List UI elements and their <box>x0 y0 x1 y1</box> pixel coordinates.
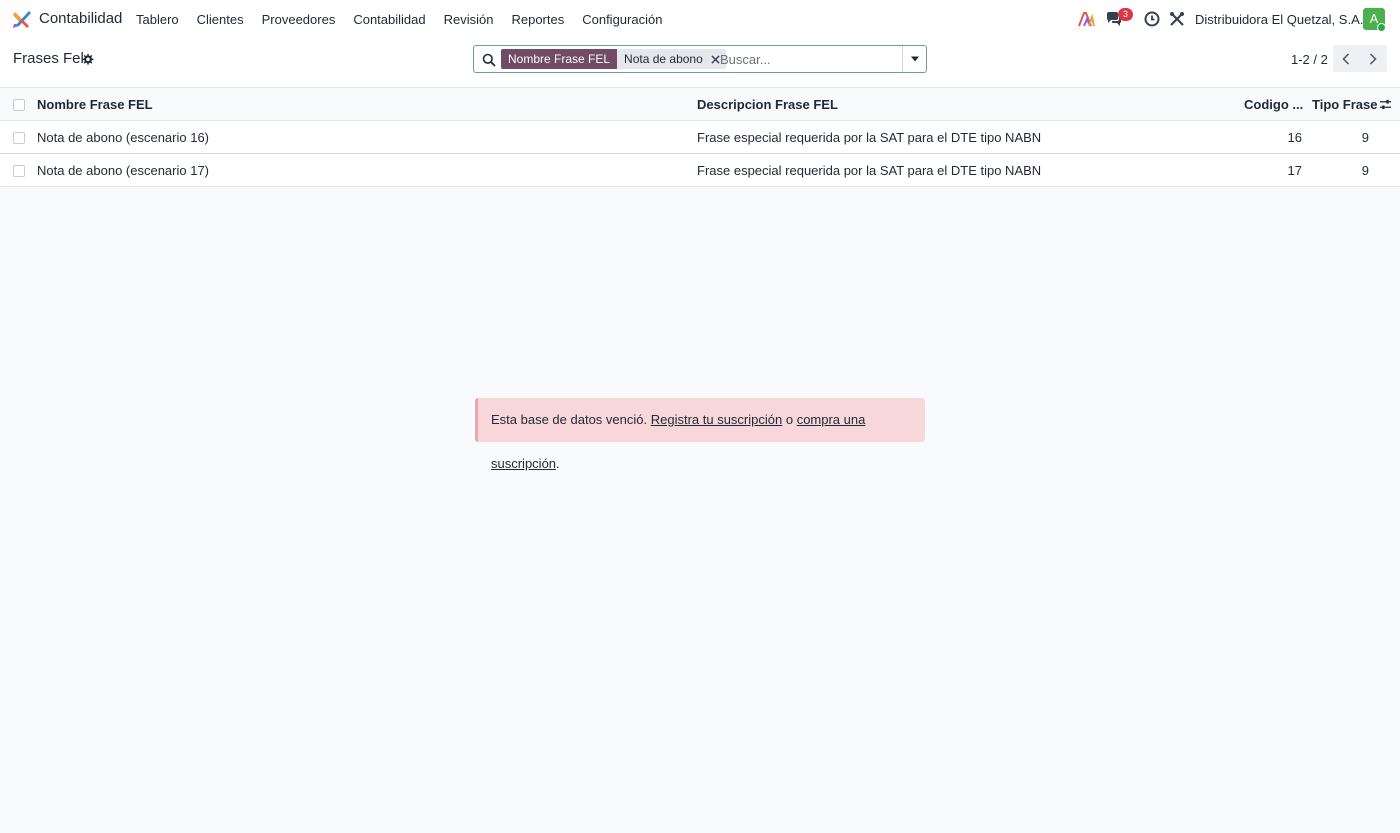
menu-item-reportes[interactable]: Reportes <box>511 12 564 27</box>
sliders-icon[interactable] <box>1379 98 1392 111</box>
cell-code[interactable]: 17 <box>1288 163 1302 178</box>
cell-code[interactable]: 16 <box>1288 130 1302 145</box>
table-row[interactable]: Nota de abono (escenario 17) Frase espec… <box>0 154 1400 187</box>
select-all-checkbox[interactable] <box>13 99 25 111</box>
presence-status-icon <box>1377 23 1386 32</box>
facet-value: Nota de abono <box>617 49 726 69</box>
caret-down-icon <box>911 56 919 62</box>
pager-previous-button[interactable] <box>1333 45 1360 72</box>
main-navbar: Contabilidad Tablero Clientes Proveedore… <box>0 0 1400 38</box>
menu-item-tablero[interactable]: Tablero <box>136 12 179 27</box>
pager-next-button[interactable] <box>1360 45 1387 72</box>
menu-item-revision[interactable]: Revisión <box>444 12 494 27</box>
cell-type[interactable]: 9 <box>1362 163 1369 178</box>
subscription-expired-alert: Esta base de datos venció. Registra tu s… <box>475 398 925 471</box>
pager-value[interactable]: 1-2 / 2 <box>1291 52 1328 67</box>
alert-text-end: . <box>556 456 560 471</box>
alert-text: Esta base de datos venció. <box>491 412 651 427</box>
column-header-code[interactable]: Codigo ... <box>1244 97 1303 112</box>
tools-icon[interactable] <box>1168 10 1186 28</box>
search-input[interactable] <box>720 49 900 69</box>
row-checkbox[interactable] <box>13 132 25 144</box>
menu-item-contabilidad[interactable]: Contabilidad <box>353 12 425 27</box>
app-logo[interactable] <box>12 9 32 29</box>
column-header-type[interactable]: Tipo Frase <box>1312 97 1378 112</box>
main-menu: Tablero Clientes Proveedores Contabilida… <box>136 0 680 38</box>
control-panel: Frases Fel Nombre Frase FEL Nota de abon… <box>0 38 1400 88</box>
cell-name[interactable]: Nota de abono (escenario 16) <box>37 130 209 145</box>
column-header-name[interactable]: Nombre Frase FEL <box>37 97 153 112</box>
table-row[interactable]: Nota de abono (escenario 16) Frase espec… <box>0 121 1400 154</box>
cell-description[interactable]: Frase especial requerida por la SAT para… <box>697 163 1041 178</box>
row-checkbox[interactable] <box>13 165 25 177</box>
search-options-toggle[interactable] <box>902 46 926 72</box>
app-name[interactable]: Contabilidad <box>39 10 122 27</box>
search-bar: Nombre Frase FEL Nota de abono <box>473 45 927 73</box>
close-icon[interactable] <box>711 54 720 64</box>
menu-item-configuracion[interactable]: Configuración <box>582 12 662 27</box>
messages-badge: 3 <box>1118 8 1133 21</box>
gear-icon[interactable] <box>81 53 94 66</box>
chevron-right-icon <box>1369 53 1377 65</box>
alert-text-or: o <box>782 412 797 427</box>
search-facet: Nombre Frase FEL Nota de abono <box>501 49 726 69</box>
register-subscription-link[interactable]: Registra tu suscripción <box>651 412 783 427</box>
page-title: Frases Fel <box>13 50 84 67</box>
clock-icon[interactable] <box>1143 10 1161 28</box>
company-switcher[interactable]: Distribuidora El Quetzal, S.A. <box>1195 12 1363 27</box>
column-header-description[interactable]: Descripcion Frase FEL <box>697 97 838 112</box>
search-icon[interactable] <box>482 53 496 67</box>
list-view: Nombre Frase FEL Descripcion Frase FEL C… <box>0 88 1400 187</box>
ai-icon[interactable] <box>1077 10 1095 28</box>
chevron-left-icon <box>1342 53 1350 65</box>
cell-type[interactable]: 9 <box>1362 130 1369 145</box>
facet-value-text: Nota de abono <box>624 52 703 66</box>
cell-name[interactable]: Nota de abono (escenario 17) <box>37 163 209 178</box>
menu-item-clientes[interactable]: Clientes <box>197 12 244 27</box>
facet-label: Nombre Frase FEL <box>501 49 618 69</box>
table-header: Nombre Frase FEL Descripcion Frase FEL C… <box>0 88 1400 121</box>
menu-item-proveedores[interactable]: Proveedores <box>262 12 336 27</box>
cell-description[interactable]: Frase especial requerida por la SAT para… <box>697 130 1041 145</box>
